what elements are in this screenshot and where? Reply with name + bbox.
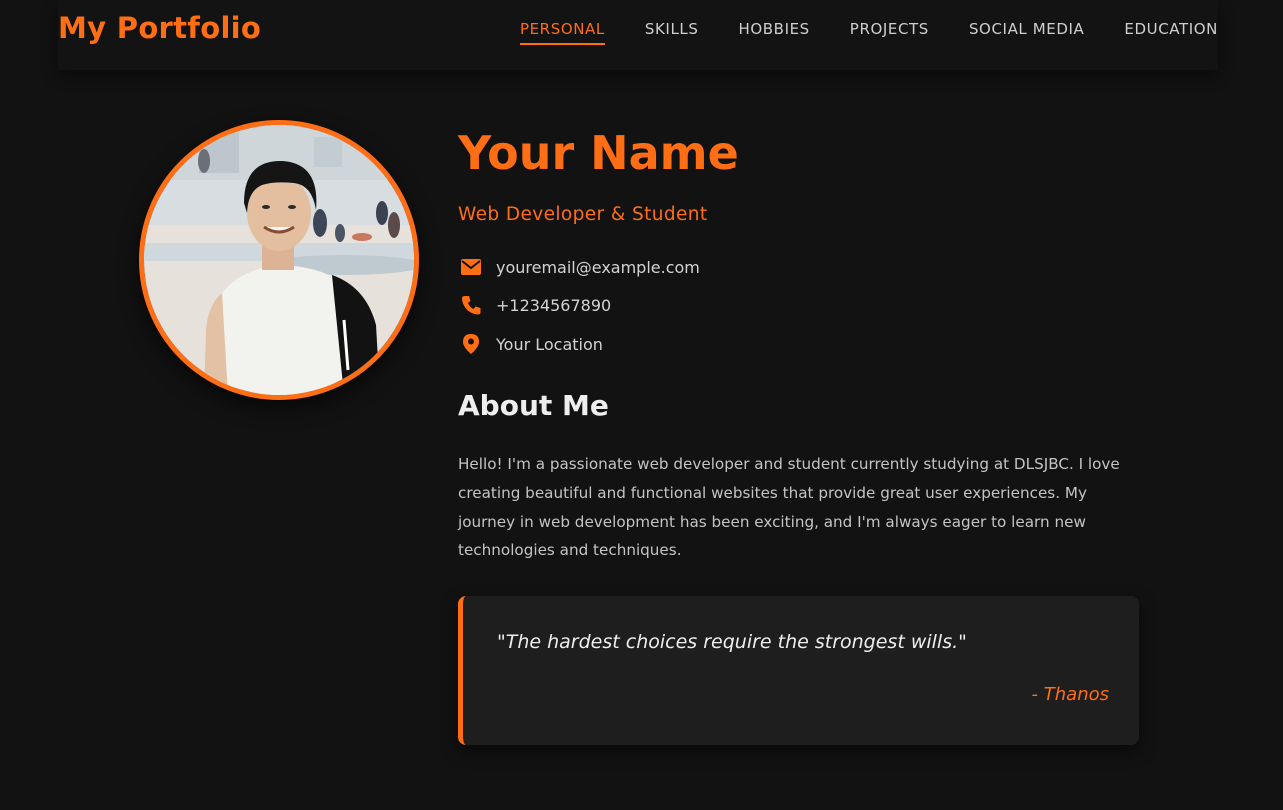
location-text: Your Location: [496, 334, 603, 354]
nav-link-skills[interactable]: SKILLS: [645, 20, 699, 45]
profile-title: Web Developer & Student: [458, 204, 708, 225]
quote-text: "The hardest choices require the stronge…: [497, 631, 967, 653]
phone-icon: [458, 293, 484, 317]
navbar: My Portfolio PERSONAL SKILLS HOBBIES PRO…: [58, 0, 1218, 70]
nav-link-education[interactable]: EDUCATION: [1124, 20, 1218, 45]
nav-link-social-media[interactable]: SOCIAL MEDIA: [969, 20, 1084, 45]
phone-text[interactable]: +1234567890: [496, 296, 611, 315]
quote-author: - Thanos: [1031, 684, 1109, 705]
nav-link-hobbies[interactable]: HOBBIES: [739, 20, 810, 45]
email-text[interactable]: youremail@example.com: [496, 258, 700, 277]
about-heading: About Me: [458, 389, 609, 422]
nav-links: PERSONAL SKILLS HOBBIES PROJECTS SOCIAL …: [519, 20, 1218, 45]
nav-link-projects[interactable]: PROJECTS: [850, 20, 929, 45]
about-text: Hello! I'm a passionate web developer an…: [458, 455, 1120, 560]
quote-card: "The hardest choices require the stronge…: [458, 596, 1139, 745]
brand-logo[interactable]: My Portfolio: [58, 11, 261, 45]
profile-name: Your Name: [458, 126, 739, 180]
envelope-icon: [458, 255, 484, 279]
contact-location: Your Location: [458, 332, 603, 356]
location-pin-icon: [458, 332, 484, 356]
profile-photo: [139, 120, 419, 400]
nav-link-personal[interactable]: PERSONAL: [519, 20, 605, 45]
contact-email: youremail@example.com: [458, 255, 700, 279]
contact-phone: +1234567890: [458, 293, 611, 317]
